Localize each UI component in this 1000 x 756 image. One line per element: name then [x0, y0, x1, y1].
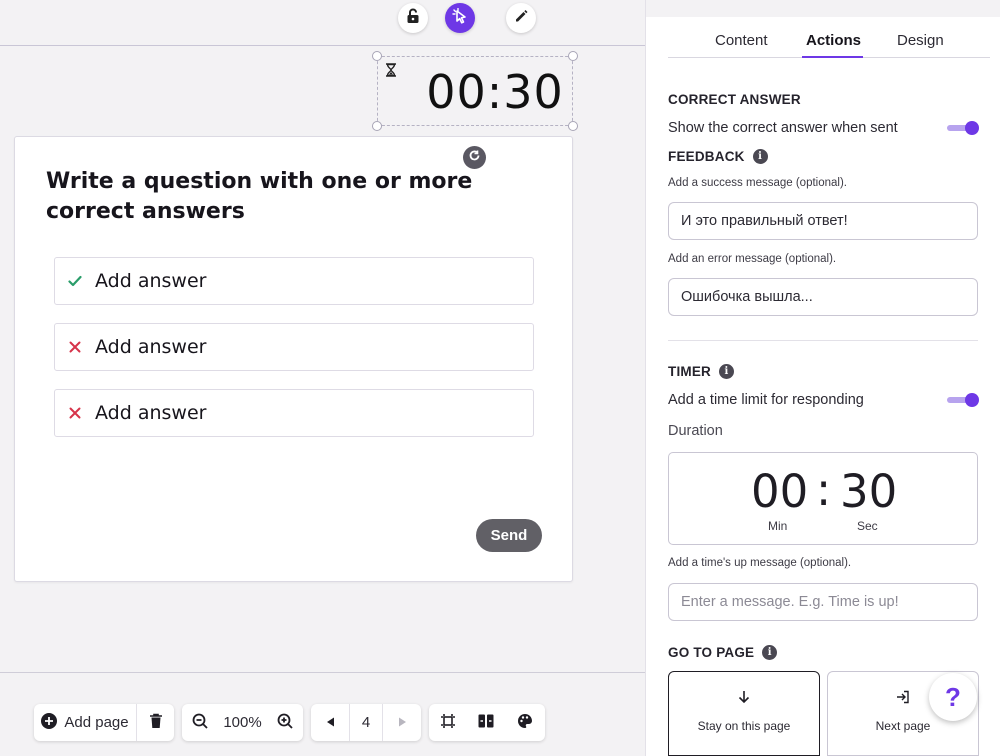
- info-icon[interactable]: i: [719, 364, 734, 379]
- fit-screen-button[interactable]: [429, 704, 467, 741]
- zoom-out-button[interactable]: [182, 704, 218, 741]
- goto-stay-option[interactable]: Stay on this page: [668, 671, 820, 756]
- time-limit-toggle[interactable]: [947, 393, 979, 407]
- edit-button[interactable]: [506, 3, 536, 33]
- plus-circle-icon: [41, 712, 58, 733]
- answer-text[interactable]: Add answer: [95, 402, 206, 424]
- zoom-out-icon: [192, 713, 208, 733]
- delete-page-button[interactable]: [137, 704, 174, 741]
- goto-page-title: GO TO PAGE i: [668, 645, 778, 660]
- split-view-icon: [478, 714, 494, 732]
- timer-display: 00:30: [426, 65, 564, 119]
- toggle-knob: [965, 393, 979, 407]
- resize-handle[interactable]: [568, 51, 578, 61]
- login-arrow-icon: [896, 690, 910, 709]
- cross-icon[interactable]: [67, 339, 83, 355]
- answer-option[interactable]: Add answer: [54, 323, 534, 371]
- triangle-left-icon: [326, 714, 335, 731]
- duration-picker: 00 : 30 Min Sec: [668, 452, 978, 545]
- tab-actions[interactable]: Actions: [806, 32, 861, 49]
- zoom-in-icon: [277, 713, 293, 733]
- tab-content[interactable]: Content: [715, 32, 768, 49]
- duration-label: Duration: [668, 423, 723, 439]
- answer-text[interactable]: Add answer: [95, 336, 206, 358]
- pointer-click-icon: [452, 7, 468, 29]
- refresh-icon: [468, 149, 481, 167]
- question-text[interactable]: Write a question with one or more correc…: [46, 167, 516, 227]
- info-icon[interactable]: i: [762, 645, 778, 660]
- answer-text[interactable]: Add answer: [95, 270, 206, 292]
- seconds-unit-label: Sec: [857, 519, 878, 533]
- goto-page-title-text: GO TO PAGE: [668, 645, 755, 660]
- seconds-input[interactable]: 30: [840, 465, 897, 518]
- correct-answer-title: CORRECT ANSWER: [668, 92, 801, 107]
- info-icon[interactable]: i: [752, 149, 768, 164]
- previous-page-button[interactable]: [311, 704, 349, 741]
- time-separator: :: [816, 463, 832, 516]
- canvas-top-divider: [0, 45, 645, 46]
- show-correct-answer-toggle[interactable]: [947, 121, 979, 135]
- timesup-message-input[interactable]: Enter a message. E.g. Time is up!: [668, 583, 978, 621]
- answer-option[interactable]: Add answer: [54, 389, 534, 437]
- section-divider: [668, 340, 978, 341]
- error-message-label: Add an error message (optional).: [668, 253, 837, 265]
- minutes-unit-label: Min: [768, 519, 788, 533]
- check-icon[interactable]: [67, 273, 83, 289]
- success-message-input[interactable]: И это правильный ответ!: [668, 202, 978, 240]
- answer-option[interactable]: Add answer: [54, 257, 534, 305]
- arrow-down-icon: [738, 690, 750, 709]
- feedback-title-text: FEEDBACK: [668, 149, 745, 164]
- pencil-icon: [514, 9, 528, 28]
- zoom-toolbar: 100%: [182, 704, 303, 741]
- zoom-in-button[interactable]: [267, 704, 303, 741]
- send-button[interactable]: Send: [476, 519, 542, 552]
- show-correct-answer-label: Show the correct answer when sent: [668, 120, 898, 136]
- panel-tabs: Content Actions Design: [668, 22, 990, 58]
- add-page-label: Add page: [64, 714, 129, 731]
- timer-title-text: TIMER: [668, 364, 711, 379]
- question-card[interactable]: Write a question with one or more correc…: [14, 136, 573, 582]
- editor-canvas: 00:30 Write a question with one or more …: [0, 0, 645, 756]
- page-toolbar: Add page: [34, 704, 174, 741]
- split-view-button[interactable]: [467, 704, 505, 741]
- panel-top-strip: [646, 0, 1000, 17]
- resize-handle[interactable]: [372, 121, 382, 131]
- fit-screen-icon: [440, 713, 456, 733]
- time-limit-label: Add a time limit for responding: [668, 392, 864, 408]
- cross-icon[interactable]: [67, 405, 83, 421]
- interaction-button[interactable]: [445, 3, 475, 33]
- triangle-right-icon: [398, 714, 407, 731]
- goto-stay-label: Stay on this page: [697, 719, 791, 733]
- view-toolbar: [429, 704, 545, 741]
- zoom-level[interactable]: 100%: [218, 704, 267, 741]
- page-number[interactable]: 4: [350, 704, 382, 741]
- resize-handle[interactable]: [372, 51, 382, 61]
- theme-button[interactable]: [505, 704, 545, 741]
- refresh-button[interactable]: [463, 146, 486, 169]
- feedback-title: FEEDBACK i: [668, 149, 768, 164]
- active-tab-indicator: [802, 56, 863, 58]
- resize-handle[interactable]: [568, 121, 578, 131]
- lock-icon: [406, 8, 420, 29]
- help-button[interactable]: ?: [929, 673, 977, 721]
- canvas-bottom-divider: [0, 672, 645, 673]
- lock-button[interactable]: [398, 3, 428, 33]
- next-page-button[interactable]: [383, 704, 421, 741]
- toggle-knob: [965, 121, 979, 135]
- settings-panel: Content Actions Design CORRECT ANSWER Sh…: [645, 0, 1000, 756]
- palette-icon: [517, 713, 533, 733]
- timer-widget[interactable]: 00:30: [372, 51, 578, 131]
- error-message-input[interactable]: Ошибочка вышла...: [668, 278, 978, 316]
- timesup-message-label: Add a time's up message (optional).: [668, 557, 852, 569]
- trash-icon: [149, 713, 163, 733]
- add-page-button[interactable]: Add page: [34, 704, 136, 741]
- minutes-input[interactable]: 00: [751, 465, 808, 518]
- tab-design[interactable]: Design: [897, 32, 944, 49]
- page-navigation: 4: [311, 704, 421, 741]
- timer-title: TIMER i: [668, 364, 734, 379]
- goto-next-label: Next page: [875, 719, 931, 733]
- success-message-label: Add a success message (optional).: [668, 177, 847, 189]
